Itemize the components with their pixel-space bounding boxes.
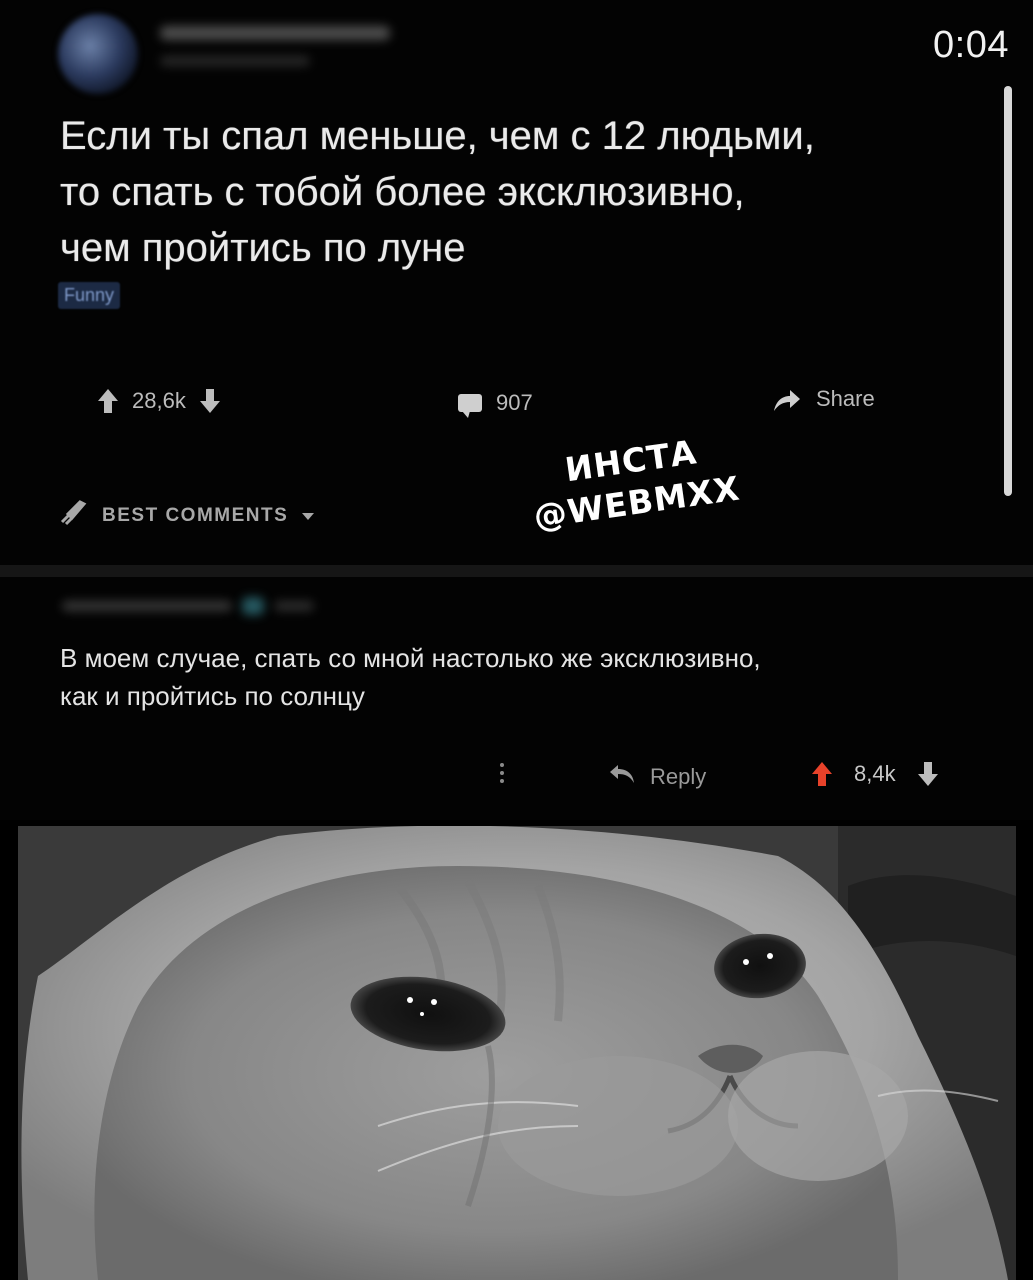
post-upvote-count: 28,6k (132, 388, 186, 413)
sort-label: BEST COMMENTS (102, 505, 289, 526)
username-blurred[interactable] (160, 26, 390, 40)
attached-image[interactable] (18, 826, 1016, 1280)
post-card: 0:04 Если ты спал меньше, чем с 12 людьм… (0, 0, 1033, 565)
more-icon[interactable] (500, 763, 506, 783)
comment-upvote-count: 8,4k (854, 761, 896, 786)
comments-count: 907 (496, 390, 533, 415)
chevron-down-icon (302, 505, 315, 527)
divider (0, 565, 1033, 577)
post-flair[interactable]: Funny (58, 282, 121, 309)
comment-author-blurred[interactable] (62, 597, 322, 615)
reply-icon (608, 763, 636, 791)
video-timestamp: 0:04 (933, 24, 1009, 66)
reply-button[interactable]: Reply (608, 763, 706, 791)
top-comment: В моем случае, спать со мной настолько ж… (0, 577, 1033, 820)
reply-label: Reply (650, 764, 707, 789)
share-icon (772, 387, 802, 411)
comments-button[interactable]: 907 (458, 390, 533, 418)
sort-comments-dropdown[interactable]: BEST COMMENTS (58, 500, 315, 532)
post-meta-blurred (160, 56, 310, 66)
avatar[interactable] (58, 14, 138, 94)
screen: 0:04 Если ты спал меньше, чем с 12 людьм… (0, 0, 1033, 1280)
comment-icon (458, 394, 482, 418)
post-title: Если ты спал меньше, чем с 12 людьми, то… (60, 114, 815, 270)
comment-vote-group: 8,4k (812, 761, 938, 787)
comment-text: В моем случае, спать со мной настолько ж… (60, 643, 761, 711)
scrollbar[interactable] (1004, 86, 1012, 496)
comment-actions: Reply 8,4k (0, 757, 1033, 797)
post-actions: 28,6k 907 Share (0, 382, 1033, 422)
downvote-icon[interactable] (199, 389, 220, 413)
downvote-icon[interactable] (917, 762, 938, 786)
sad-cat-picture (18, 826, 1016, 1280)
vote-group: 28,6k (98, 388, 220, 414)
share-button[interactable]: Share (772, 386, 875, 412)
rocket-icon (58, 500, 88, 532)
upvote-icon[interactable] (98, 389, 118, 413)
watermark: ИНСТА @WEBMXX (525, 426, 742, 538)
share-label: Share (816, 386, 875, 411)
upvote-icon[interactable] (812, 762, 832, 786)
